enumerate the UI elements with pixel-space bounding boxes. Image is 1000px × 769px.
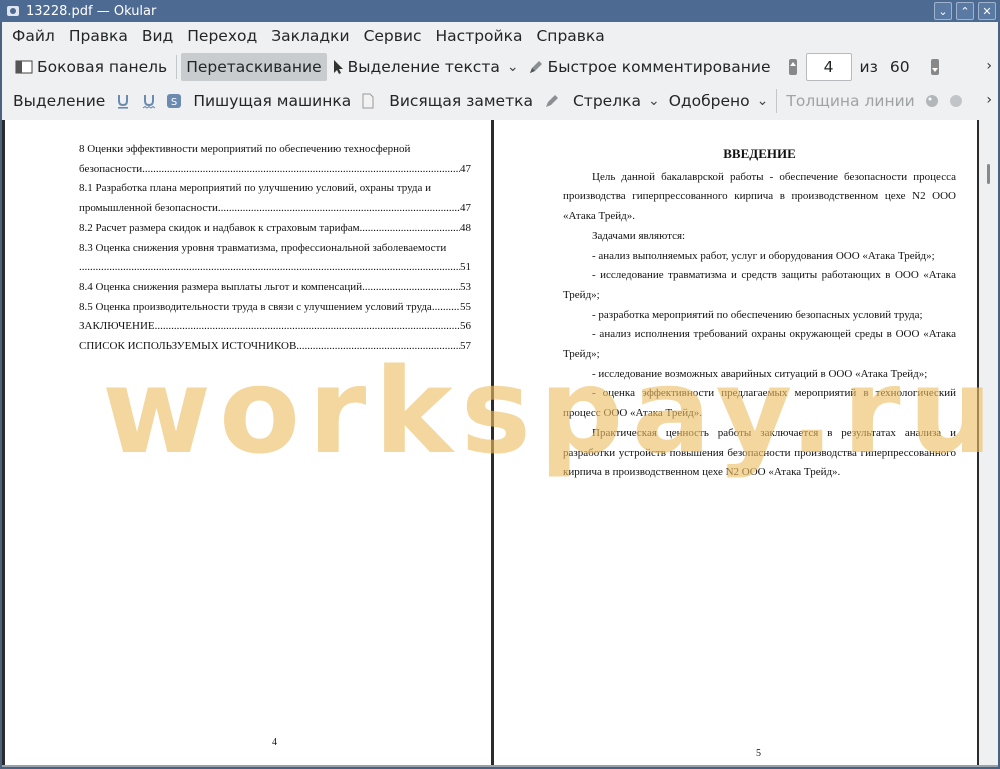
cursor-icon bbox=[332, 59, 348, 75]
text-select-dropdown-icon[interactable]: ⌄ bbox=[507, 59, 519, 75]
popup-note-label: Висящая заметка bbox=[389, 92, 533, 110]
toc-line: промышленной безопасности47 bbox=[79, 199, 471, 219]
toolbar-separator bbox=[776, 89, 778, 113]
text-select-button[interactable]: Выделение текста bbox=[327, 53, 505, 81]
toolbar-separator bbox=[176, 55, 178, 79]
arrow-label: Стрелка bbox=[572, 92, 641, 110]
next-page-icon[interactable] bbox=[930, 58, 940, 76]
menu-bookmarks[interactable]: Закладки bbox=[265, 27, 357, 45]
paragraph: - исследование травматизма и средств защ… bbox=[563, 269, 956, 301]
main-toolbar: Боковая панель Перетаскивание Выделение … bbox=[2, 50, 998, 84]
stamp-label: Одобрено bbox=[668, 92, 750, 110]
page-of-label: из bbox=[859, 58, 878, 76]
section-heading: ВВЕДЕНИЕ bbox=[723, 146, 796, 161]
toc-line: 8.2 Расчет размера скидок и надбавок к с… bbox=[79, 219, 471, 239]
paragraph: Цель данной бакалаврской работы - обеспе… bbox=[563, 170, 956, 223]
typewriter-label: Пишущая машинка bbox=[193, 92, 352, 110]
toc-line: 8.3 Оценка снижения уровня травматизма, … bbox=[79, 241, 447, 254]
freehand-line-icon[interactable] bbox=[544, 93, 560, 109]
toc-line: 8.1 Разработка плана мероприятий по улуч… bbox=[79, 182, 432, 195]
menu-go[interactable]: Переход bbox=[181, 27, 265, 45]
popup-note-button[interactable]: Висящая заметка bbox=[384, 87, 538, 115]
toc-line: ЗАКЛЮЧЕНИЕ56 bbox=[79, 317, 471, 337]
okular-window: Файл Правка Вид Переход Закладки Сервис … bbox=[2, 22, 998, 767]
paragraph: - анализ исполнения требований охраны ок… bbox=[563, 328, 956, 361]
highlight-label: Выделение bbox=[13, 92, 106, 110]
note-icon[interactable] bbox=[362, 93, 374, 109]
menu-edit[interactable]: Правка bbox=[63, 27, 136, 45]
toolbar-overflow-icon[interactable]: › bbox=[986, 58, 992, 74]
opacity-icon[interactable] bbox=[948, 93, 964, 109]
toc-line: безопасности47 bbox=[79, 160, 471, 180]
page-4: 8 Оценки эффективности мероприятий по об… bbox=[5, 120, 491, 765]
sidebar-icon bbox=[15, 59, 37, 75]
underline-icon[interactable] bbox=[116, 93, 130, 109]
toc-line: 8 Оценки эффективности мероприятий по об… bbox=[79, 143, 411, 155]
annotation-toolbar: Выделение S Пишущая машинка Висящая заме… bbox=[2, 84, 998, 118]
paragraph: Практическая ценность работы заключается… bbox=[563, 426, 956, 479]
stamp-dropdown-icon[interactable]: ⌄ bbox=[757, 93, 769, 109]
menu-file[interactable]: Файл bbox=[6, 27, 63, 45]
text-select-label: Выделение текста bbox=[347, 58, 500, 76]
document-view[interactable]: 8 Оценки эффективности мероприятий по об… bbox=[2, 120, 998, 765]
stamp-button[interactable]: Одобрено bbox=[664, 87, 755, 115]
vertical-scrollbar[interactable] bbox=[979, 120, 998, 765]
close-button[interactable]: ✕ bbox=[978, 2, 996, 20]
introduction: ВВЕДЕНИЕ Цель данной бакалаврской работы… bbox=[563, 144, 956, 483]
squiggly-underline-icon[interactable] bbox=[142, 93, 156, 109]
paragraph: - анализ выполняемых работ, услуг и обор… bbox=[592, 249, 935, 262]
arrow-button[interactable]: Стрелка bbox=[568, 87, 646, 115]
strikeout-icon[interactable]: S bbox=[166, 93, 182, 109]
paragraph: - оценка эффективности предлагаемых меро… bbox=[563, 387, 956, 420]
svg-text:S: S bbox=[171, 97, 177, 108]
toc-line: 8.5 Оценка производительности труда в св… bbox=[79, 298, 471, 318]
quick-annotations-button[interactable]: Быстрое комментирование bbox=[523, 53, 776, 81]
title-bar: 13228.pdf — Okular ⌄ ⌃ ✕ bbox=[0, 0, 1000, 22]
sidebar-button[interactable]: Боковая панель bbox=[10, 53, 172, 81]
sidebar-label: Боковая панель bbox=[37, 58, 168, 76]
line-width-label: Толщина линии bbox=[786, 92, 915, 110]
menu-help[interactable]: Справка bbox=[530, 27, 612, 45]
paragraph: - исследование возможных аварийных ситуа… bbox=[592, 367, 928, 380]
page-total: 60 bbox=[889, 58, 910, 76]
toc-line: СПИСОК ИСПОЛЬЗУЕМЫХ ИСТОЧНИКОВ57 bbox=[79, 337, 471, 357]
menu-tools[interactable]: Сервис bbox=[358, 27, 430, 45]
toc-line: 51 bbox=[79, 258, 471, 278]
menu-view[interactable]: Вид bbox=[136, 27, 181, 45]
page-number: 5 bbox=[756, 748, 761, 759]
paragraph: - разработка мероприятий по обеспечению … bbox=[592, 308, 923, 321]
previous-page-icon[interactable] bbox=[788, 58, 798, 76]
line-width-button[interactable]: Толщина линии bbox=[781, 87, 919, 115]
menu-settings[interactable]: Настройка bbox=[430, 27, 531, 45]
color-icon[interactable] bbox=[924, 93, 940, 109]
browse-tool-button[interactable]: Перетаскивание bbox=[181, 53, 327, 81]
table-of-contents: 8 Оценки эффективности мероприятий по об… bbox=[79, 140, 471, 357]
page-number: 4 bbox=[272, 737, 277, 748]
pen-icon bbox=[528, 59, 548, 75]
highlight-button[interactable]: Выделение bbox=[8, 87, 110, 115]
annotation-toolbar-overflow-icon[interactable]: › bbox=[986, 92, 992, 108]
browse-tool-label: Перетаскивание bbox=[186, 58, 322, 76]
window-title: 13228.pdf — Okular bbox=[26, 3, 157, 19]
page-number-input[interactable]: 4 bbox=[805, 53, 852, 81]
arrow-dropdown-icon[interactable]: ⌄ bbox=[648, 93, 660, 109]
horizontal-scrollbar[interactable] bbox=[2, 765, 998, 767]
menu-bar: Файл Правка Вид Переход Закладки Сервис … bbox=[2, 22, 998, 50]
minimize-button[interactable]: ⌄ bbox=[934, 2, 952, 20]
typewriter-button[interactable]: Пишущая машинка bbox=[188, 87, 356, 115]
page-5: ВВЕДЕНИЕ Цель данной бакалаврской работы… bbox=[494, 120, 977, 765]
okular-app-icon bbox=[6, 4, 20, 18]
paragraph: Задачами являются: bbox=[592, 229, 686, 242]
quick-annotations-label: Быстрое комментирование bbox=[547, 58, 771, 76]
scrollbar-thumb[interactable] bbox=[987, 164, 990, 184]
maximize-button[interactable]: ⌃ bbox=[956, 2, 974, 20]
toc-line: 8.4 Оценка снижения размера выплаты льго… bbox=[79, 278, 471, 298]
